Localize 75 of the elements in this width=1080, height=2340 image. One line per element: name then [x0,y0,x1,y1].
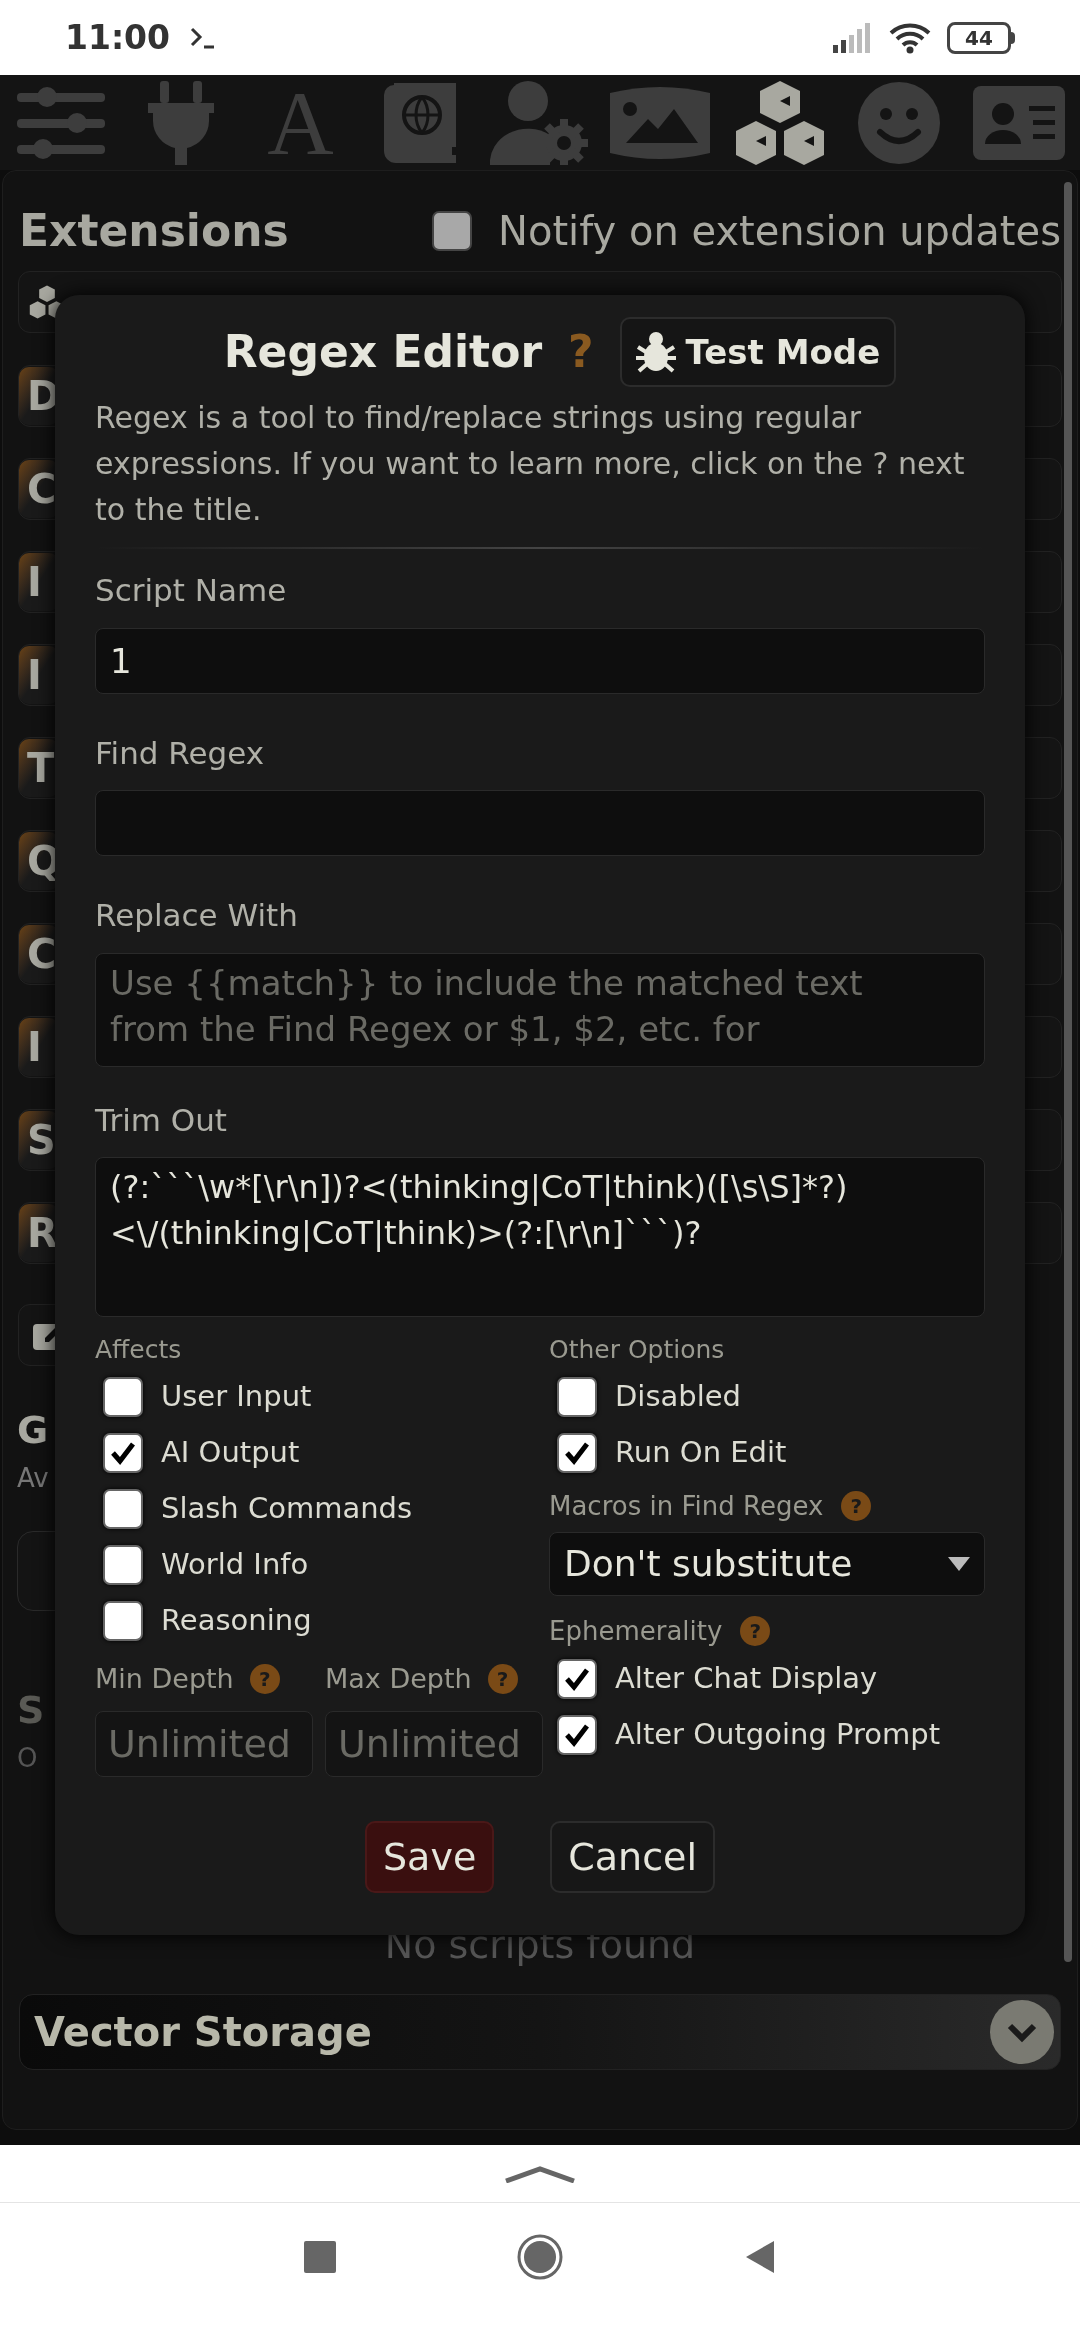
checkbox[interactable] [557,1714,597,1755]
terminal-icon [190,26,217,49]
input-field[interactable]: 1 [95,627,985,694]
option-label: Reasoning [161,1601,312,1639]
battery-level: 44 [947,21,1011,54]
input-field[interactable] [95,790,985,856]
checkbox[interactable] [103,1432,143,1473]
option-label: AI Output [161,1433,300,1471]
field-label: Replace With [95,896,299,935]
input-field[interactable]: Unlimited [95,1711,313,1777]
group-label: Other Options [549,1334,726,1366]
field-label: Macros in Find Regex [549,1489,824,1523]
option-label: User Input [161,1377,312,1415]
check-icon [110,1440,136,1465]
option-label: Slash Commands [161,1489,413,1527]
check-icon [564,1666,590,1691]
extension-name: I [27,651,42,700]
cancel-button[interactable]: Cancel [550,1821,715,1893]
dialog-title: Regex Editor [223,325,543,379]
field-label: Find Regex [95,733,266,773]
field-label: Script Name [95,571,288,610]
check-icon [564,1722,590,1747]
section-title: S [17,1691,45,1729]
extension-name: I [27,1023,42,1072]
field-label: Trim Out [95,1100,228,1140]
save-button[interactable]: Save [365,1821,495,1893]
signal-icon [833,22,873,53]
back-icon[interactable] [744,2238,776,2275]
chevron-up-icon[interactable] [504,2164,576,2183]
option-label: Disabled [615,1377,741,1415]
option-label: Run On Edit [615,1433,787,1471]
checkbox[interactable] [557,1432,597,1473]
dropdown[interactable]: Don't substitute [549,1531,985,1596]
home-icon[interactable] [516,2232,564,2281]
extension-name: I [27,558,42,607]
checkbox[interactable] [432,211,472,251]
checkbox[interactable] [103,1488,143,1529]
checkbox[interactable] [103,1544,143,1585]
extension-name: C [27,465,57,514]
checkbox[interactable] [103,1376,143,1417]
section-subtitle: O [17,1745,38,1771]
extension-name: S [27,1116,56,1165]
checkbox[interactable] [103,1600,143,1641]
cubes-icon[interactable] [733,80,826,165]
field-label: Min Depth [95,1661,234,1696]
field-label: Max Depth [325,1661,472,1696]
section-title: Vector Storage [34,2008,372,2057]
recents-icon[interactable] [304,2240,336,2273]
wifi-icon [889,21,931,54]
section-subtitle: Av [17,1465,49,1491]
test-mode-button[interactable]: Test Mode [619,317,897,387]
group-label: Ephemerality [549,1614,723,1648]
scrollbar[interactable] [1064,182,1072,1962]
panel-title: Extensions [19,204,289,258]
option-label: Notify on extension updates [498,207,1061,256]
option-label: Alter Outgoing Prompt [615,1715,941,1753]
option-label: World Info [161,1545,309,1583]
chevron-down-icon[interactable] [990,2000,1054,2064]
extension-name: R [27,1209,58,1258]
extension-name: C [27,930,57,979]
bug-icon [635,331,676,373]
input-field[interactable]: Use {{match}} to include the matched text from the Find Regex or $1, $2, etc. for [95,952,985,1067]
dialog-description: Regex is a tool to find/replace strings using regular expressions. If you want to learn more, click on the ? next to the title. [95,399,966,529]
checkbox[interactable] [557,1658,597,1699]
clock: 11:00 [65,16,171,59]
group-label: Affects [95,1334,183,1366]
section-title: G [17,1411,49,1449]
input-field[interactable]: (?:```\w*[\r\n])?<(thinking|CoT|think)([\s\S]*?)<\/(thinking|CoT|think)>(?:[\r\n]```)? [95,1157,985,1317]
checkbox[interactable] [557,1376,597,1417]
check-icon [564,1440,590,1465]
vector-storage-bar[interactable]: Vector Storage [19,1994,1061,2070]
option-label: Alter Chat Display [615,1659,878,1697]
dropdown-arrow-icon [948,1556,970,1571]
extension-name: T [27,744,55,793]
input-field[interactable]: Unlimited [325,1711,543,1777]
